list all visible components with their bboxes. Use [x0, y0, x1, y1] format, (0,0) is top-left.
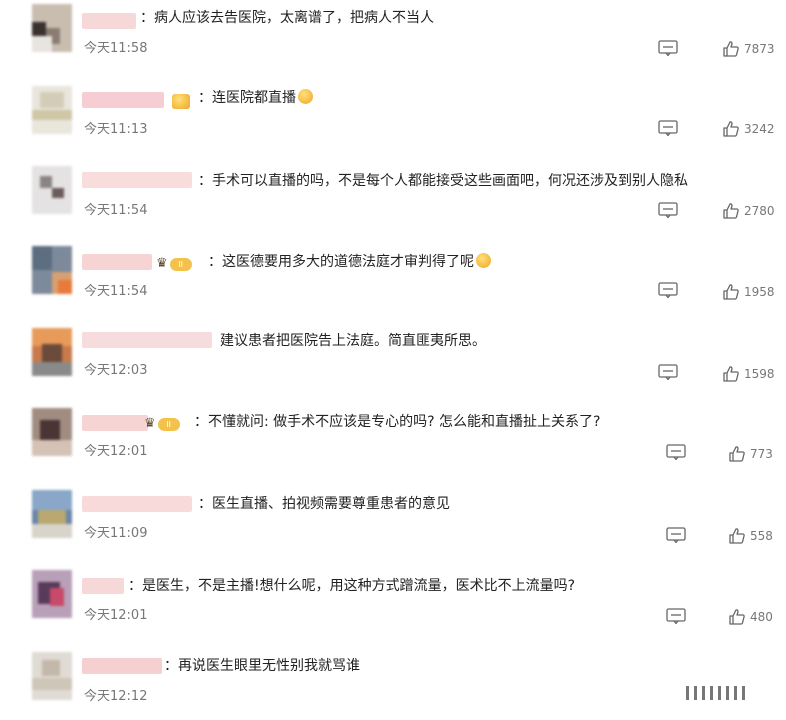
like-count: 7873	[744, 42, 775, 56]
like-count: 3242	[744, 122, 775, 136]
emoji-icon	[298, 89, 313, 104]
vip-badge: ♛ II	[156, 256, 192, 272]
like-button[interactable]: 558	[728, 527, 773, 545]
username-blurred[interactable]	[82, 578, 124, 594]
comment-text: ：是医生，不是主播!想什么呢，用这种方式蹭流量，医术比不上流量吗?	[128, 578, 576, 594]
comment-item: ：病人应该去告医院，太离谱了，把病人不当人 今天11:58 7873	[0, 4, 786, 86]
like-button[interactable]: 3242	[722, 120, 775, 138]
comment-time: 今天12:03	[84, 363, 148, 378]
comment-time: 今天11:54	[84, 284, 148, 299]
comment-item: ：手术可以直播的吗，不是每个人都能接受这些画面吧，何况还涉及到别人隐私 今天11…	[0, 166, 786, 248]
comment-item: ：连医院都直播 今天11:13 3242	[0, 86, 786, 168]
like-button[interactable]: 773	[728, 445, 773, 463]
comment-time: 今天12:01	[84, 444, 148, 459]
comment-bubble-icon[interactable]	[666, 527, 686, 543]
user-badge	[170, 93, 190, 109]
comment-bubble-icon[interactable]	[666, 608, 686, 624]
username-blurred[interactable]	[82, 254, 152, 270]
like-button[interactable]: 7873	[722, 40, 775, 58]
comment-text: ：病人应该去告医院，太离谱了，把病人不当人	[140, 10, 434, 26]
username-blurred[interactable]	[82, 332, 212, 348]
avatar[interactable]	[32, 86, 72, 134]
comment-item: ：再说医生眼里无性别我就骂谁 今天12:12	[0, 652, 786, 720]
comment-text: ：再说医生眼里无性别我就骂谁	[164, 658, 360, 674]
comment-item: 建议患者把医院告上法庭。简直匪夷所思。 今天12:03 1598	[0, 328, 786, 410]
comment-bubble-icon[interactable]	[658, 40, 678, 56]
like-button[interactable]: 480	[728, 608, 773, 626]
comment-time: 今天12:12	[84, 689, 148, 704]
comment-text: ：手术可以直播的吗，不是每个人都能接受这些画面吧，何况还涉及到别人隐私	[198, 173, 688, 189]
like-count: 558	[750, 529, 773, 543]
thumbs-up-icon	[723, 203, 739, 219]
comment-time: 今天12:01	[84, 608, 148, 623]
thumbs-up-icon	[729, 528, 745, 544]
comment-item: ：医生直播、拍视频需要尊重患者的意见 今天11:09 558	[0, 490, 786, 572]
comment-bubble-icon[interactable]	[658, 364, 678, 380]
comment-item: ♛ II ：不懂就问: 做手术不应该是专心的吗? 怎么能和直播扯上关系了? 今天1…	[0, 408, 786, 490]
comment-text: ：这医德要用多大的道德法庭才审判得了呢	[208, 252, 491, 272]
username-blurred[interactable]	[82, 658, 162, 674]
comment-time: 今天11:09	[84, 526, 148, 541]
comment-bubble-icon[interactable]	[658, 202, 678, 218]
emoji-icon	[476, 253, 491, 268]
like-count: 480	[750, 610, 773, 624]
thumbs-up-icon	[723, 121, 739, 137]
comment-bubble-icon[interactable]	[666, 444, 686, 460]
thumbs-up-icon	[723, 41, 739, 57]
thumbs-up-icon	[729, 609, 745, 625]
username-blurred[interactable]	[82, 415, 148, 431]
like-button[interactable]: 1598	[722, 365, 775, 383]
comment-item: ：是医生，不是主播!想什么呢，用这种方式蹭流量，医术比不上流量吗? 今天12:0…	[0, 570, 786, 652]
comment-text: ：医生直播、拍视频需要尊重患者的意见	[198, 496, 450, 512]
comment-text: ：连医院都直播	[198, 88, 313, 108]
vip-badge: ♛ II	[144, 416, 180, 432]
like-button[interactable]: 2780	[722, 202, 775, 220]
comment-time: 今天11:13	[84, 122, 148, 137]
username-blurred[interactable]	[82, 92, 164, 108]
avatar[interactable]	[32, 166, 72, 214]
avatar[interactable]	[32, 246, 72, 294]
thumbs-up-icon	[729, 446, 745, 462]
thumbs-up-icon	[723, 284, 739, 300]
username-blurred[interactable]	[82, 496, 192, 512]
like-count: 1598	[744, 367, 775, 381]
like-button[interactable]: 1958	[722, 283, 775, 301]
avatar[interactable]	[32, 408, 72, 456]
like-count: 2780	[744, 204, 775, 218]
avatar[interactable]	[32, 490, 72, 538]
avatar[interactable]	[32, 328, 72, 376]
comment-text: ：不懂就问: 做手术不应该是专心的吗? 怎么能和直播扯上关系了?	[194, 414, 601, 430]
comment-item: ♛ II ：这医德要用多大的道德法庭才审判得了呢 今天11:54 1958	[0, 246, 786, 328]
comment-time: 今天11:54	[84, 203, 148, 218]
like-count: 773	[750, 447, 773, 461]
avatar[interactable]	[32, 570, 72, 618]
watermark	[686, 684, 766, 702]
comment-time: 今天11:58	[84, 41, 148, 56]
avatar[interactable]	[32, 652, 72, 700]
thumbs-up-icon	[723, 366, 739, 382]
like-count: 1958	[744, 285, 775, 299]
avatar[interactable]	[32, 4, 72, 52]
comment-bubble-icon[interactable]	[658, 120, 678, 136]
comment-text: 建议患者把医院告上法庭。简直匪夷所思。	[220, 333, 486, 349]
username-blurred[interactable]	[82, 172, 192, 188]
username-blurred[interactable]	[82, 13, 136, 29]
comment-bubble-icon[interactable]	[658, 282, 678, 298]
